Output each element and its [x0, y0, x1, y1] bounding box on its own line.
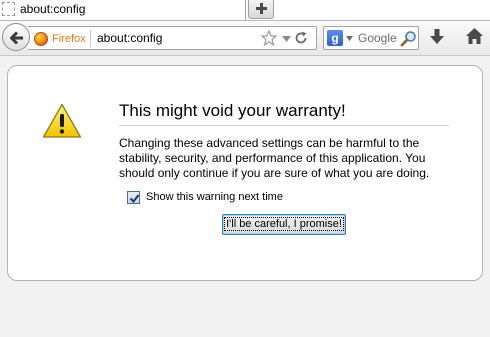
show-warning-option[interactable]: Show this warning next time	[127, 190, 283, 204]
warning-title: This might void your warranty!	[119, 101, 449, 126]
magnifier-icon[interactable]	[400, 30, 417, 47]
button-label: I'll be careful, I promise!	[224, 217, 344, 231]
tab-about-config[interactable]: about:config	[0, 0, 246, 20]
reload-icon[interactable]	[294, 31, 308, 45]
plus-icon	[256, 3, 267, 14]
show-warning-label[interactable]: Show this warning next time	[146, 191, 283, 203]
navigation-toolbar: Firefox about:config g Google	[0, 20, 490, 56]
url-input[interactable]: about:config	[97, 31, 162, 45]
back-icon	[10, 31, 23, 45]
blank-page-icon	[2, 2, 15, 16]
show-warning-checkbox[interactable]	[127, 190, 140, 204]
ill-be-careful-button[interactable]: I'll be careful, I promise!	[222, 214, 346, 235]
download-icon[interactable]	[430, 29, 444, 45]
search-input[interactable]: Google	[358, 31, 397, 45]
warning-message: Changing these advanced settings can be …	[119, 136, 430, 180]
site-identity-button[interactable]: Firefox	[34, 30, 91, 47]
tab-title: about:config	[20, 2, 86, 16]
firefox-window: about:config Firefox about:config g Goog…	[0, 0, 490, 337]
search-engine-icon[interactable]: g	[327, 30, 343, 46]
identity-label: Firefox	[52, 32, 86, 45]
warning-dialog: This might void your warranty! Changing …	[7, 65, 483, 281]
dropmarker-icon[interactable]	[282, 36, 291, 42]
search-bar[interactable]: g Google	[323, 26, 419, 50]
back-button[interactable]	[2, 23, 30, 51]
firefox-logo-icon	[34, 31, 48, 46]
engine-dropdown-icon[interactable]	[346, 36, 353, 41]
home-icon[interactable]	[466, 28, 483, 44]
url-bar[interactable]: Firefox about:config	[28, 26, 317, 50]
checkmark-icon	[129, 193, 140, 203]
tab-strip: about:config	[0, 0, 490, 20]
new-tab-button[interactable]	[248, 0, 274, 19]
warning-icon	[42, 103, 82, 138]
bookmark-star-icon[interactable]	[261, 30, 277, 46]
